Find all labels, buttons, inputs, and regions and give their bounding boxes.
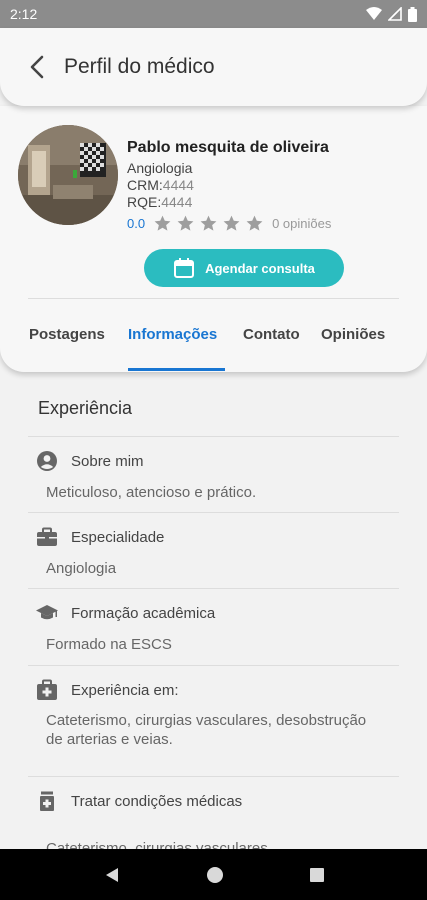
- info-item-text: Formado na ESCS: [46, 636, 172, 653]
- info-item-title: Formação acadêmica: [71, 604, 216, 622]
- info-item-education-head: Formação acadêmica: [36, 602, 215, 624]
- section-title: Experiência: [38, 398, 133, 418]
- user-circle-icon: [37, 451, 57, 471]
- home-circle-icon[interactable]: [206, 866, 224, 884]
- book-appointment-button[interactable]: Agendar consulta: [144, 249, 344, 287]
- doctor-profile-card: Pablo mesquita de oliveira Angiologia CR…: [0, 106, 427, 372]
- star-icon: [223, 215, 240, 231]
- info-item-text: Meticuloso, atencioso e prático.: [46, 484, 257, 501]
- recents-square-icon[interactable]: [309, 867, 325, 883]
- rqe-row: RQE:4444: [127, 194, 331, 211]
- star-icon: [200, 215, 217, 231]
- back-triangle-icon[interactable]: [103, 866, 121, 884]
- rqe-label: RQE:: [127, 194, 162, 210]
- info-item-text: Angiologia: [46, 560, 117, 577]
- book-appointment-label: Agendar consulta: [205, 260, 315, 276]
- chevron-left-icon: [30, 55, 44, 79]
- info-item-experience-head: Experiência em:: [36, 679, 179, 701]
- tab-opinioes[interactable]: Opiniões: [321, 326, 385, 343]
- wifi-icon: [366, 7, 382, 20]
- battery-icon: [408, 6, 417, 22]
- briefcase-icon: [37, 527, 57, 546]
- tab-contato[interactable]: Contato: [243, 326, 300, 343]
- crm-value: 4444: [162, 177, 194, 193]
- tab-informacoes[interactable]: Informações: [128, 326, 217, 343]
- info-item-title: Tratar condições médicas: [71, 792, 243, 810]
- system-nav-bar: [0, 849, 427, 900]
- avatar: [18, 125, 118, 225]
- info-item-text: Cateterismo, cirurgias vasculares: [46, 840, 268, 849]
- star-icon: [246, 215, 263, 231]
- rqe-value: 4444: [161, 194, 193, 210]
- calendar-icon: [174, 258, 195, 278]
- divider: [28, 776, 399, 777]
- rating-value: 0.0: [127, 216, 146, 231]
- status-time: 2:12: [10, 6, 38, 22]
- crm-row: CRM:4444: [127, 177, 331, 194]
- info-item-text: Cateterismo, cirurgias vasculares, desob…: [46, 712, 367, 748]
- info-item-conditions-head: Tratar condições médicas: [36, 790, 242, 812]
- status-bar: 2:12: [0, 0, 427, 28]
- info-item-title: Experiência em:: [71, 681, 179, 699]
- doctor-info: Pablo mesquita de oliveira Angiologia CR…: [127, 139, 331, 233]
- graduation-cap-icon: [36, 605, 58, 620]
- info-item-about-head: Sobre mim: [36, 450, 144, 472]
- tab-postagens[interactable]: Postagens: [29, 326, 105, 343]
- info-item-specialty-head: Especialidade: [36, 526, 164, 548]
- rating-row: 0.0 0 opiniões: [127, 214, 331, 233]
- rating-stars: [153, 214, 264, 233]
- profile-tabs: Postagens Informações Contato Opiniões: [0, 316, 427, 372]
- signal-icon: [388, 7, 402, 21]
- info-content[interactable]: Experiência Sobre mim Meticuloso, atenci…: [0, 372, 427, 849]
- star-icon: [177, 215, 194, 231]
- crm-label: CRM:: [127, 177, 163, 193]
- divider: [28, 436, 399, 437]
- back-button[interactable]: [24, 54, 50, 80]
- page-title: Perfil do médico: [64, 55, 215, 78]
- star-icon: [154, 215, 171, 231]
- info-item-title: Sobre mim: [71, 452, 144, 470]
- active-tab-indicator: [128, 368, 225, 371]
- medicine-bottle-icon: [40, 791, 54, 811]
- divider: [28, 512, 399, 513]
- divider: [28, 588, 399, 589]
- doctor-specialty: Angiologia: [127, 160, 193, 176]
- doctor-name: Pablo mesquita de oliveira: [127, 139, 329, 156]
- status-icons: [366, 6, 417, 22]
- medical-kit-icon: [37, 679, 57, 700]
- divider: [28, 665, 399, 666]
- info-item-title: Especialidade: [71, 528, 165, 546]
- reviews-count[interactable]: 0 opiniões: [272, 216, 331, 231]
- app-header: Perfil do médico: [0, 28, 427, 106]
- divider: [28, 298, 399, 299]
